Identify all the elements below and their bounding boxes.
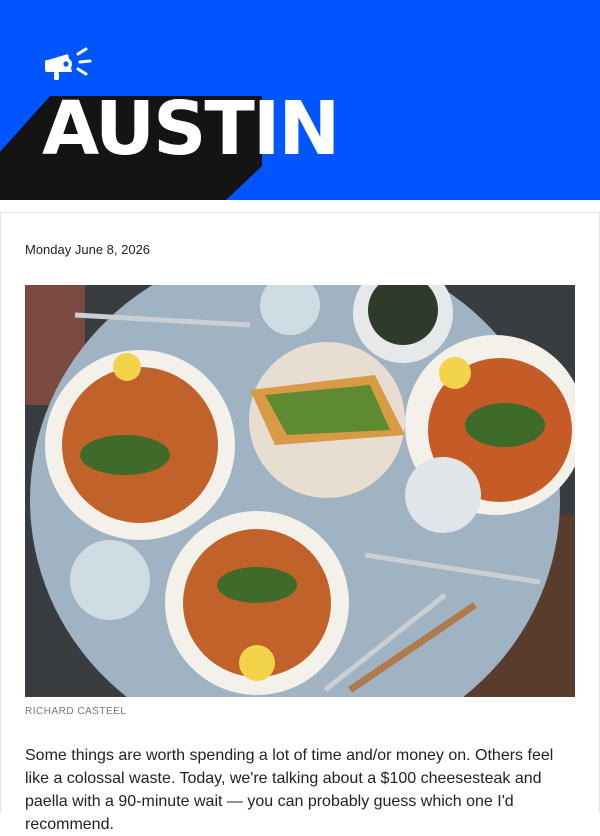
- photo-credit: RICHARD CASTEEL: [25, 706, 127, 717]
- food-photo-illustration: [25, 285, 575, 697]
- issue-date: Monday June 8, 2026: [25, 242, 151, 257]
- megaphone-icon: [45, 47, 92, 80]
- article-photo[interactable]: [25, 285, 575, 697]
- logo-wordmark: AUSTIN: [42, 86, 340, 172]
- article-intro-text: Some things are worth spending a lot of …: [25, 747, 554, 833]
- newsletter-header: AUSTIN: [0, 0, 600, 200]
